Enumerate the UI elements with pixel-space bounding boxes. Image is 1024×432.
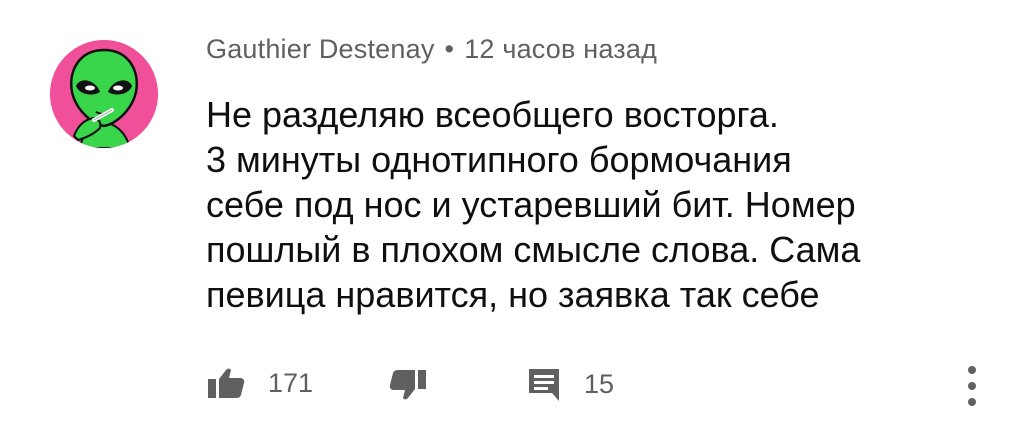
comment-card: Gauthier Destenay • 12 часов назад Не разд… [0,0,1024,432]
reply-count: 15 [584,368,615,399]
comment-text-line: 3 минуты однотипного бормочания [206,139,792,180]
comment-text-line: себе под нос и устаревший бит. Номер [206,184,856,225]
more-options-button[interactable] [962,362,982,410]
like-button[interactable]: 171 [206,366,313,400]
comment-actions: 171 15 [200,360,1000,410]
thumbs-down-icon [389,370,426,400]
comment-header: Gauthier Destenay • 12 часов назад [206,34,657,65]
comment-text-line: пошлый в плохом смысле слова. Сама [206,229,861,270]
reply-button[interactable]: 15 [526,366,614,402]
comment-text: Не разделяю всеобщего восторга. 3 минуты… [206,92,966,317]
comment-text-line: певица нравится, но заявка так себе [206,274,820,315]
dislike-button[interactable] [388,368,428,402]
author-name[interactable]: Gauthier Destenay [206,34,435,64]
comment-timestamp[interactable]: 12 часов назад [464,34,657,64]
thumbs-up-icon [208,368,245,398]
more-vertical-icon [968,366,976,406]
alien-avatar-icon [50,40,158,148]
avatar[interactable] [50,40,158,148]
comment-text-line: Не разделяю всеобщего восторга. [206,94,779,135]
separator-dot: • [444,34,455,64]
reply-comment-icon [529,369,559,401]
like-count: 171 [268,367,314,398]
